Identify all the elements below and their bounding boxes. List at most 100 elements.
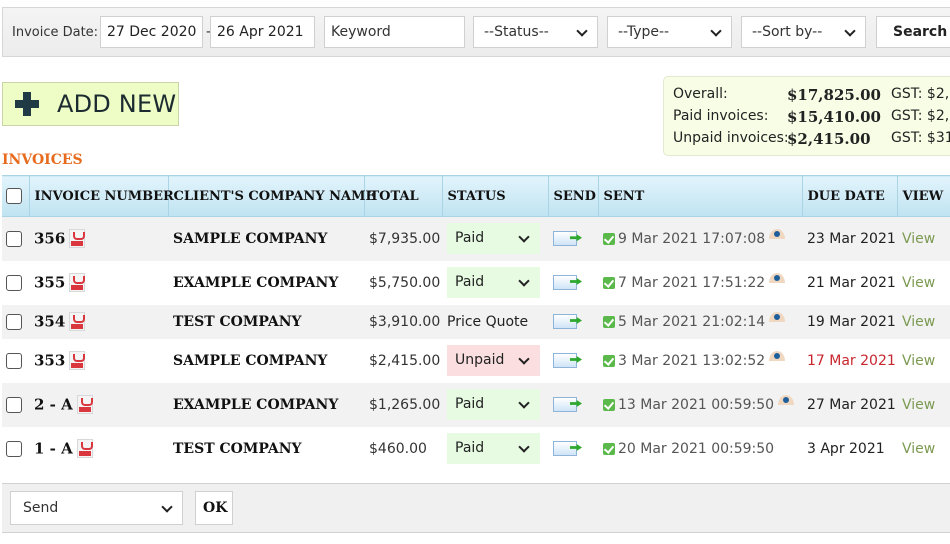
viewed-eye-icon	[769, 228, 786, 239]
invoice-number-cell: 354	[29, 304, 168, 339]
status-select[interactable]: Paid	[447, 267, 540, 298]
row-checkbox[interactable]	[6, 274, 22, 291]
invoice-number-cell: 356	[29, 216, 168, 261]
total-cell: $5,750.00	[364, 260, 442, 305]
company-name: EXAMPLE COMPANY	[173, 396, 339, 413]
view-link[interactable]: View	[902, 275, 935, 291]
status-select[interactable]: Paid	[447, 433, 540, 464]
row-checkbox[interactable]	[6, 313, 22, 330]
company-name: SAMPLE COMPANY	[173, 230, 328, 247]
send-cell	[548, 304, 598, 339]
sort-value: --Sort by--	[752, 24, 823, 40]
pdf-icon[interactable]	[76, 395, 93, 414]
ok-button[interactable]: OK	[195, 491, 233, 525]
col-total[interactable]: TOTAL	[363, 175, 442, 217]
type-filter-select[interactable]: --Type--	[607, 16, 732, 48]
sent-check-icon	[603, 232, 615, 245]
col-status[interactable]: STATUS	[441, 175, 548, 217]
status-value: Paid	[455, 230, 485, 247]
invoice-number[interactable]: 356	[34, 230, 65, 248]
pdf-icon[interactable]	[69, 312, 86, 331]
row-checkbox[interactable]	[6, 230, 22, 247]
invoice-number[interactable]: 2 - A	[34, 396, 73, 414]
add-new-label: ADD NEW	[57, 90, 177, 118]
invoice-number-cell: 2 - A	[29, 382, 168, 427]
type-filter-value: --Type--	[618, 24, 670, 40]
sort-select[interactable]: --Sort by--	[741, 16, 866, 48]
col-sent[interactable]: SENT	[597, 175, 802, 217]
status-filter-select[interactable]: --Status--	[473, 16, 598, 48]
row-checkbox[interactable]	[6, 352, 22, 369]
due-date: 19 Mar 2021	[807, 313, 896, 330]
send-cell	[548, 382, 598, 427]
pdf-icon[interactable]	[76, 439, 93, 458]
view-link[interactable]: View	[902, 353, 935, 369]
status-text: Price Quote	[447, 313, 529, 330]
date-to-input[interactable]: 26 Apr 2021	[210, 16, 315, 48]
invoice-number-cell: 1 - A	[29, 426, 168, 471]
col-due-date[interactable]: DUE DATE	[801, 175, 897, 217]
company-cell: SAMPLE COMPANY	[168, 338, 364, 383]
row-checkbox[interactable]	[6, 440, 22, 457]
col-company-name[interactable]: CLIENT'S COMPANY NAME	[167, 175, 375, 217]
company-name: TEST COMPANY	[173, 313, 302, 330]
sent-cell: 9 Mar 2021 17:07:08	[598, 216, 802, 261]
status-select[interactable]: Unpaid	[447, 345, 540, 376]
sent-cell: 13 Mar 2021 00:59:50	[598, 382, 802, 427]
sent-cell: 5 Mar 2021 21:02:14	[598, 304, 802, 339]
invoice-number[interactable]: 355	[34, 274, 65, 292]
due-date-cell: 19 Mar 2021	[802, 304, 897, 339]
add-new-button[interactable]: ADD NEW	[2, 82, 179, 126]
invoice-number[interactable]: 354	[34, 313, 65, 331]
bulk-action-select[interactable]: Send	[10, 491, 183, 525]
invoice-number[interactable]: 1 - A	[34, 440, 73, 458]
row-checkbox[interactable]	[6, 396, 22, 413]
pdf-icon[interactable]	[69, 229, 86, 249]
sent-cell: 20 Mar 2021 00:59:50	[598, 426, 802, 471]
invoices-table: INVOICE NUMBER CLIENT'S COMPANY NAME TOT…	[2, 175, 950, 471]
sent-check-icon	[603, 354, 615, 367]
view-link[interactable]: View	[902, 397, 935, 413]
bulk-action-value: Send	[23, 500, 59, 516]
status-select[interactable]: Paid	[447, 389, 540, 420]
sent-timestamp: 7 Mar 2021 17:51:22	[618, 274, 766, 291]
view-cell: View	[897, 426, 950, 471]
invoice-number-cell: 353	[29, 338, 168, 383]
status-cell: Paid	[442, 382, 548, 427]
total-cell: $2,415.00	[364, 338, 442, 383]
due-date: 23 Mar 2021	[807, 230, 896, 247]
company-name: EXAMPLE COMPANY	[173, 274, 339, 291]
sent-timestamp: 3 Mar 2021 13:02:52	[618, 352, 766, 369]
date-from-input[interactable]: 27 Dec 2020	[100, 16, 203, 48]
row-select-cell	[2, 304, 29, 339]
keyword-input[interactable]: Keyword	[324, 16, 465, 48]
search-button[interactable]: Search	[876, 16, 950, 48]
sent-check-icon	[603, 442, 615, 455]
send-email-icon[interactable]	[553, 353, 577, 368]
view-link[interactable]: View	[902, 314, 935, 330]
chevron-down-icon	[518, 275, 530, 287]
invoice-number[interactable]: 353	[34, 352, 65, 370]
col-invoice-number[interactable]: INVOICE NUMBER	[28, 175, 174, 217]
send-email-icon[interactable]	[553, 441, 577, 456]
view-link[interactable]: View	[902, 441, 935, 457]
summary-value: $15,410.00	[787, 108, 881, 126]
send-email-icon[interactable]	[553, 314, 577, 329]
pdf-icon[interactable]	[69, 351, 86, 370]
sent-check-icon	[603, 315, 615, 328]
send-email-icon[interactable]	[553, 275, 577, 290]
send-email-icon[interactable]	[553, 231, 577, 247]
col-send: SEND	[547, 175, 598, 217]
bulk-action-bar: Send OK	[2, 483, 950, 533]
select-all-checkbox[interactable]	[6, 188, 22, 204]
due-date-cell: 3 Apr 2021	[802, 426, 897, 471]
send-email-icon[interactable]	[553, 397, 577, 412]
status-select[interactable]: Paid	[447, 223, 540, 255]
invoice-total: $1,265.00	[369, 396, 441, 413]
status-value: Paid	[455, 274, 485, 290]
view-link[interactable]: View	[902, 231, 935, 247]
pdf-icon[interactable]	[69, 273, 86, 292]
sent-check-icon	[603, 276, 615, 289]
filter-bar: Invoice Date: 27 Dec 2020 - 26 Apr 2021 …	[2, 7, 950, 57]
sent-check-icon	[603, 398, 615, 411]
